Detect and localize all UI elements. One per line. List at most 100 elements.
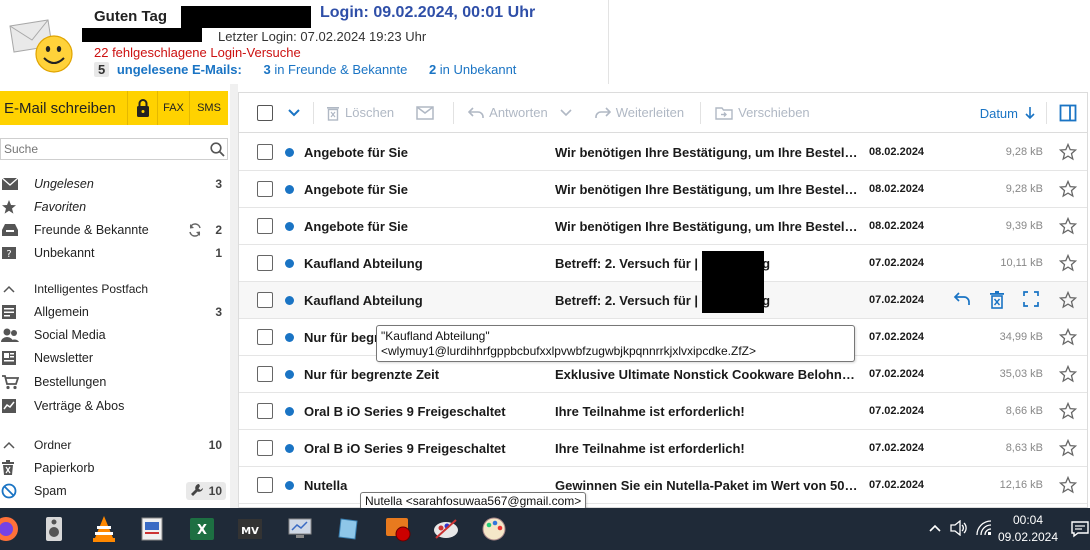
paint-tool-icon[interactable] (430, 513, 462, 545)
row-checkbox[interactable] (257, 440, 273, 456)
notification-icon[interactable] (1071, 520, 1089, 541)
refresh-icon[interactable] (188, 223, 208, 237)
mail-subject: Exklusive Ultimate Nonstick Cookware Bel… (555, 366, 859, 382)
notepad-app-icon[interactable] (332, 513, 364, 545)
delete-button[interactable]: Löschen (326, 93, 394, 133)
row-checkbox[interactable] (257, 218, 273, 234)
search-input[interactable] (1, 139, 207, 159)
unread-link[interactable]: ungelesene E-Mails: (117, 62, 242, 77)
mail-row-hovered[interactable]: Kaufland Abteilung Betreff: 2. Versuch f… (239, 282, 1087, 319)
speaker-app-icon[interactable] (38, 513, 70, 545)
unread-dot (285, 369, 294, 379)
star-icon[interactable] (1058, 475, 1078, 494)
wrench-icon[interactable] (190, 483, 204, 500)
compose-bar: E-Mail schreiben FAX SMS (0, 91, 228, 125)
svg-text:?: ? (6, 249, 11, 260)
folder-unknown[interactable]: ? Unbekannt 1 (0, 242, 228, 264)
sort-date-button[interactable]: Datum (980, 93, 1035, 133)
folder-contracts[interactable]: Verträge & Abos (0, 395, 228, 417)
mail-date: 08.02.2024 (869, 220, 925, 232)
unread-dot (285, 406, 294, 416)
unknown-link[interactable]: in Unbekannt (440, 62, 517, 77)
folder-orders[interactable]: Bestellungen (0, 371, 228, 393)
star-icon[interactable] (1058, 401, 1078, 420)
compose-button[interactable]: E-Mail schreiben (0, 91, 128, 125)
star-icon[interactable] (1058, 438, 1078, 457)
secure-compose-button[interactable] (128, 91, 158, 125)
folder-friends[interactable]: Freunde & Bekannte 2 (0, 219, 228, 241)
reply-icon[interactable] (953, 291, 971, 312)
section-folders[interactable]: Ordner 10 (0, 435, 228, 455)
vlc-icon[interactable] (88, 513, 120, 545)
failed-logins[interactable]: 22 fehlgeschlagene Login-Versuche (94, 45, 301, 60)
mail-row[interactable]: Oral B iO Series 9 Freigeschaltet Ihre T… (239, 430, 1087, 467)
row-checkbox[interactable] (257, 255, 273, 271)
document-app-icon[interactable] (136, 513, 168, 545)
folder-count: 1 (215, 246, 222, 260)
reading-pane-icon[interactable] (1059, 104, 1077, 122)
unknown-sender-icon: ? (0, 242, 34, 264)
mail-row[interactable]: Angebote für Sie Wir benötigen Ihre Best… (239, 134, 1087, 171)
unknown-count[interactable]: 2 (429, 62, 436, 77)
monitor-app-icon[interactable] (284, 513, 316, 545)
star-icon[interactable] (1058, 142, 1078, 161)
row-checkbox[interactable] (257, 403, 273, 419)
folder-newsletter[interactable]: Newsletter (0, 347, 228, 369)
row-checkbox[interactable] (257, 477, 273, 493)
row-checkbox[interactable] (257, 144, 273, 160)
select-all-checkbox[interactable] (257, 104, 273, 121)
firefox-icon[interactable] (0, 513, 22, 545)
fax-button[interactable]: FAX (158, 91, 190, 125)
trash-icon (327, 106, 339, 121)
mail-row[interactable]: Angebote für Sie Wir benötigen Ihre Best… (239, 208, 1087, 245)
forward-button[interactable]: Weiterleiten (594, 93, 684, 133)
star-icon[interactable] (1058, 290, 1078, 309)
movie-app-icon[interactable]: MV (234, 513, 266, 545)
mail-row[interactable]: Kaufland Abteilung Betreff: 2. Versuch f… (239, 245, 1087, 282)
mail-subject: Wir benötigen Ihre Bestätigung, um Ihre … (555, 144, 859, 160)
folder-trash[interactable]: Papierkorb (0, 457, 228, 479)
network-icon[interactable] (976, 520, 992, 539)
clock-time: 00:04 (1012, 513, 1044, 527)
mail-row[interactable]: Angebote für Sie Wir benötigen Ihre Best… (239, 171, 1087, 208)
taskbar-clock[interactable]: 00:04 09.02.2024 (992, 512, 1064, 546)
star-icon[interactable] (1058, 327, 1078, 346)
volume-icon[interactable] (950, 519, 968, 539)
last-login: Letzter Login: 07.02.2024 19:23 Uhr (218, 29, 427, 44)
folder-favorites[interactable]: Favoriten (0, 196, 228, 218)
recording-app-icon[interactable] (382, 513, 414, 545)
star-icon[interactable] (1058, 216, 1078, 235)
star-icon[interactable] (1058, 364, 1078, 383)
friends-count[interactable]: 3 (263, 62, 270, 77)
star-icon[interactable] (1058, 253, 1078, 272)
folder-label: Ungelesen (34, 177, 94, 191)
select-dropdown-chevron-icon[interactable] (287, 108, 301, 118)
sms-button[interactable]: SMS (190, 91, 228, 125)
friends-link[interactable]: in Freunde & Bekannte (274, 62, 407, 77)
folder-spam[interactable]: Spam 10 (0, 480, 228, 502)
folder-general[interactable]: Allgemein 3 (0, 301, 228, 323)
reply-button[interactable]: Antworten (468, 93, 548, 133)
toolbar-separator (453, 101, 455, 124)
social-icon (0, 324, 34, 346)
delete-icon[interactable] (989, 291, 1005, 312)
search-icon[interactable] (207, 139, 227, 159)
folder-social[interactable]: Social Media (0, 324, 228, 346)
excel-icon[interactable]: X (186, 513, 218, 545)
mail-row[interactable]: Oral B iO Series 9 Freigeschaltet Ihre T… (239, 393, 1087, 430)
star-icon[interactable] (1058, 179, 1078, 198)
row-checkbox[interactable] (257, 329, 273, 345)
reply-dropdown-chevron-icon[interactable] (560, 93, 577, 133)
mark-read-button[interactable] (416, 93, 439, 133)
move-button[interactable]: Verschieben (715, 93, 810, 133)
mail-date: 07.02.2024 (869, 479, 925, 491)
expand-icon[interactable] (1023, 291, 1039, 312)
folder-unread[interactable]: Ungelesen 3 (0, 173, 228, 195)
paint-palette-icon[interactable] (478, 513, 510, 545)
section-smart-inbox[interactable]: Intelligentes Postfach (0, 279, 228, 299)
spam-tools[interactable]: 10 (185, 482, 226, 500)
row-checkbox[interactable] (257, 181, 273, 197)
tray-chevron-up-icon[interactable] (928, 521, 942, 536)
row-checkbox[interactable] (257, 292, 273, 308)
row-checkbox[interactable] (257, 366, 273, 382)
